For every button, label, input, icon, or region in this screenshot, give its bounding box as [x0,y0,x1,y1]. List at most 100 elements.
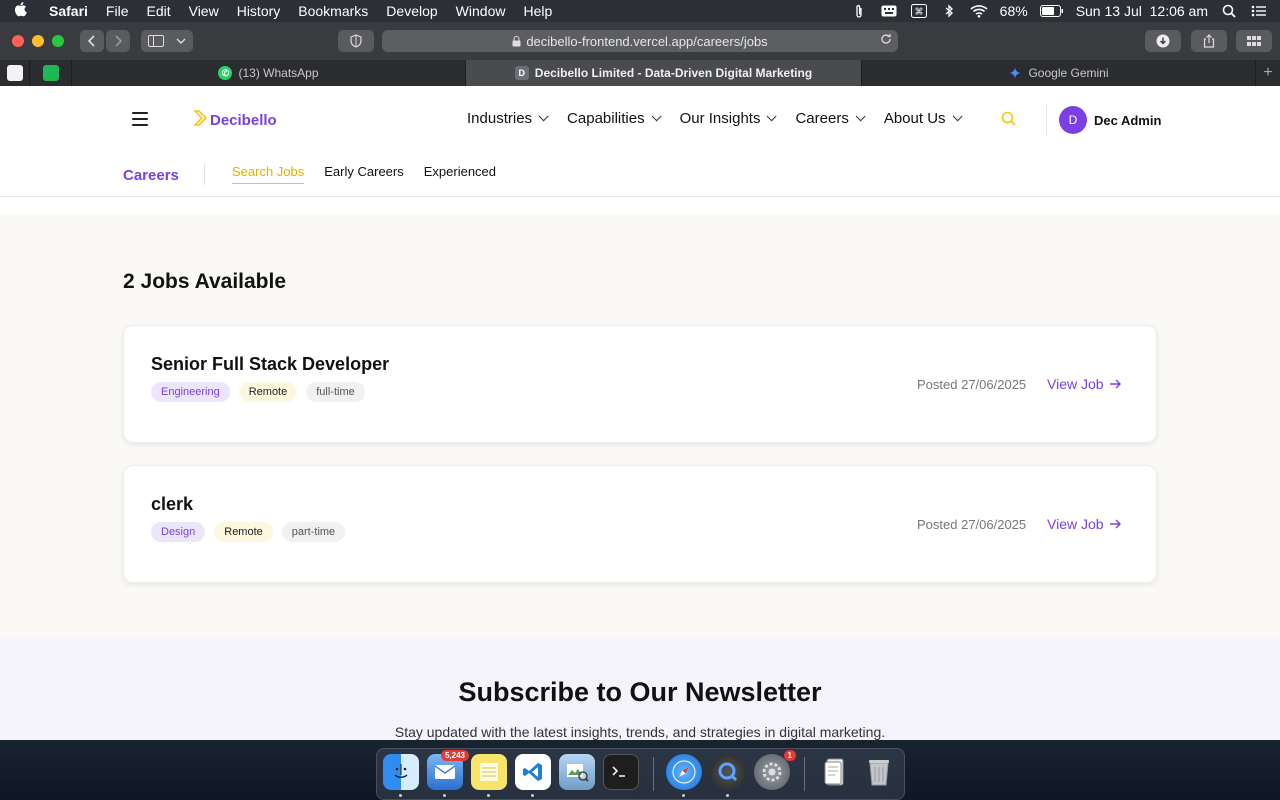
job-title[interactable]: clerk [151,494,193,515]
forward-button[interactable] [106,30,130,52]
tab-gemini[interactable]: Google Gemini [862,60,1256,86]
avatar[interactable]: D [1059,106,1087,134]
terminal-icon[interactable] [603,754,639,790]
sidebar-toggle-button[interactable] [141,30,193,52]
subnav-divider [204,163,205,185]
keyboard-icon[interactable] [880,3,898,19]
chevron-down-icon [855,111,866,122]
battery-icon[interactable] [1039,3,1064,19]
department-tag: Design [151,522,206,542]
zoom-window-button[interactable] [52,35,64,47]
job-card[interactable]: Senior Full Stack Developer Engineering … [123,325,1157,443]
tab-overview-button[interactable] [1236,30,1272,52]
paperclip-icon[interactable] [850,3,868,19]
back-button[interactable] [80,30,104,52]
safari-icon[interactable] [666,754,702,797]
view-job-label: View Job [1047,376,1104,392]
jobs-count-heading: 2 Jobs Available [123,270,287,293]
menubar-clock[interactable]: Sun 13 Jul 12:06 am [1076,3,1208,19]
pinned-tab-1[interactable] [0,60,30,86]
privacy-shield-button[interactable] [338,30,374,52]
quicktime-icon[interactable] [710,754,746,797]
subnav-title[interactable]: Careers [123,167,179,184]
command-icon[interactable]: ⌘ [910,3,928,19]
browser-toolbar: decibello-frontend.vercel.app/careers/jo… [0,22,1280,60]
preview-icon[interactable] [559,754,595,790]
tab-label: (13) WhatsApp [238,66,319,80]
subnav-early-careers[interactable]: Early Careers [324,164,403,184]
system-preferences-icon[interactable]: 1 [754,750,796,790]
nav-careers[interactable]: Careers [795,110,866,127]
running-indicator [682,794,685,797]
nav-label: Careers [795,110,849,127]
apple-menu-icon[interactable] [0,1,40,21]
menu-file[interactable]: File [97,3,138,19]
downloads-button[interactable] [1145,30,1181,52]
view-job-link[interactable]: View Job [1047,516,1122,532]
view-job-link[interactable]: View Job [1047,376,1122,392]
job-title[interactable]: Senior Full Stack Developer [151,354,389,375]
user-name[interactable]: Dec Admin [1094,113,1161,128]
job-type-tag: full-time [306,382,365,402]
pinned-app-icon [6,65,23,81]
running-indicator [487,794,490,797]
running-indicator [443,794,446,797]
close-window-button[interactable] [12,35,24,47]
location-tag: Remote [214,522,273,542]
menu-help[interactable]: Help [514,3,561,19]
finder-icon[interactable] [383,754,419,797]
trash-icon[interactable] [861,754,897,790]
job-card[interactable]: clerk Design Remote part-time Posted 27/… [123,465,1157,583]
subnav-experienced[interactable]: Experienced [424,164,496,184]
menu-develop[interactable]: Develop [377,3,446,19]
site-logo[interactable]: Decibello [193,110,277,131]
tab-label: Google Gemini [1028,66,1109,80]
menu-window[interactable]: Window [447,3,515,19]
nav-about-us[interactable]: About Us [884,110,963,127]
share-button[interactable] [1191,30,1227,52]
menu-edit[interactable]: Edit [137,3,179,19]
search-icon[interactable] [1001,111,1017,127]
subnav-search-jobs[interactable]: Search Jobs [232,164,305,184]
notes-icon[interactable] [471,754,507,797]
tab-whatsapp[interactable]: ✆ (13) WhatsApp [72,60,466,86]
pinned-tab-2[interactable] [30,60,72,86]
bluetooth-icon[interactable] [940,3,958,19]
svg-text:⌘: ⌘ [914,8,923,18]
nav-capabilities[interactable]: Capabilities [567,110,662,127]
documents-stack-icon[interactable] [817,754,853,790]
nav-our-insights[interactable]: Our Insights [680,110,778,127]
menu-history[interactable]: History [228,3,290,19]
mail-icon[interactable]: 5,243 [427,750,469,797]
running-indicator [531,794,534,797]
menu-bookmarks[interactable]: Bookmarks [289,3,377,19]
mail-badge: 5,243 [440,750,469,761]
control-center-icon[interactable] [1250,3,1268,19]
job-type-tag: part-time [281,522,346,542]
gemini-icon [1008,66,1022,80]
vscode-icon[interactable] [515,754,551,797]
tab-bar: ✆ (13) WhatsApp D Decibello Limited - Da… [0,60,1280,86]
minimize-window-button[interactable] [32,35,44,47]
address-bar[interactable]: decibello-frontend.vercel.app/careers/jo… [382,30,898,52]
main-nav: Industries Capabilities Our Insights Car… [467,110,963,127]
hamburger-menu-icon[interactable] [132,112,148,126]
wifi-icon[interactable] [970,3,988,19]
chevron-down-icon [538,111,549,122]
chevron-down-icon [952,111,963,122]
location-tag: Remote [238,382,298,402]
site-header: Decibello Industries Capabilities Our In… [0,86,1280,154]
nav-industries[interactable]: Industries [467,110,549,127]
new-tab-button[interactable]: + [1256,64,1280,82]
spotlight-search-icon[interactable] [1220,3,1238,19]
menu-app-name[interactable]: Safari [40,3,97,19]
running-indicator [399,794,402,797]
tab-decibello[interactable]: D Decibello Limited - Data-Driven Digita… [466,60,862,86]
arrow-right-icon [1109,519,1121,529]
reload-icon[interactable] [880,33,892,48]
job-tags: Engineering Remote full-time [151,382,365,402]
dock: 5,243 1 [376,748,905,800]
job-tags: Design Remote part-time [151,522,346,542]
menu-view[interactable]: View [180,3,228,19]
decibello-favicon: D [514,66,529,80]
